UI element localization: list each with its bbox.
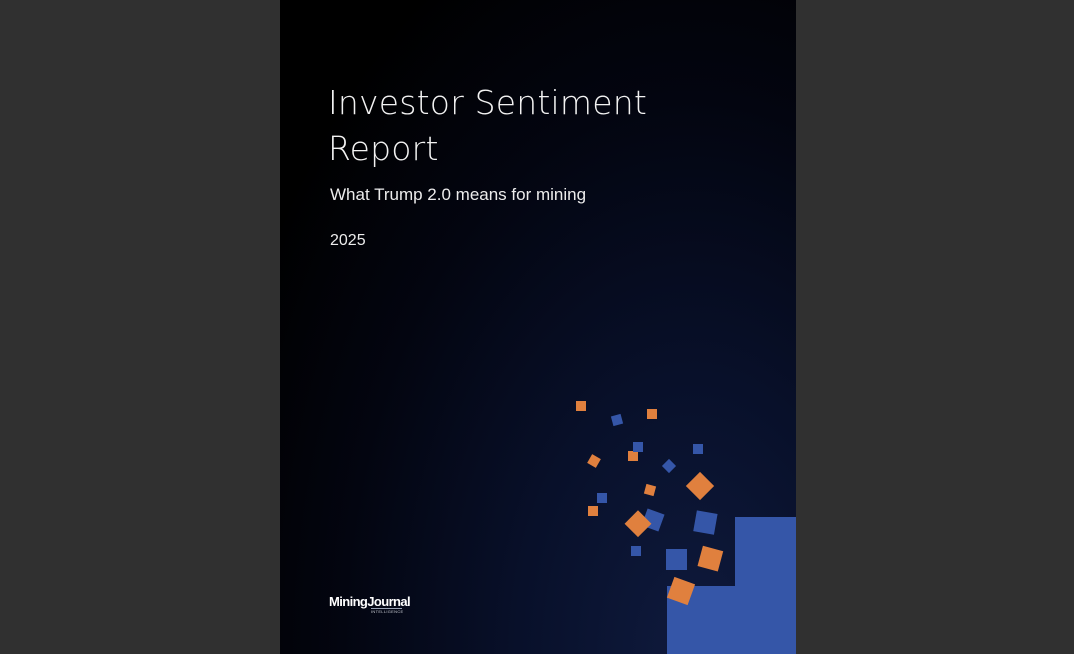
orange-square: [643, 483, 657, 497]
report-cover-page: Investor Sentiment Report What Trump 2.0…: [280, 0, 796, 654]
mining-journal-logo: MiningJournal INTELLIGENCE: [329, 594, 411, 615]
logo-subtitle: INTELLIGENCE: [371, 608, 404, 614]
blue-square: [661, 458, 677, 474]
orange-square: [587, 454, 601, 468]
logo-wordmark: MiningJournal: [329, 594, 411, 609]
blue-square: [597, 493, 607, 503]
orange-square: [647, 409, 657, 419]
blue-square: [693, 510, 718, 535]
blue-square: [631, 546, 641, 556]
blue-square: [666, 549, 687, 570]
blue-square: [610, 413, 624, 427]
orange-square: [685, 471, 715, 501]
blue-square: [693, 444, 703, 454]
orange-square: [576, 401, 586, 411]
blue-square: [633, 442, 643, 452]
orange-square: [628, 451, 638, 461]
document-viewer: Investor Sentiment Report What Trump 2.0…: [0, 0, 1074, 654]
decorative-squares-graphic: [576, 401, 796, 654]
orange-square: [697, 545, 724, 572]
orange-square: [588, 506, 598, 516]
